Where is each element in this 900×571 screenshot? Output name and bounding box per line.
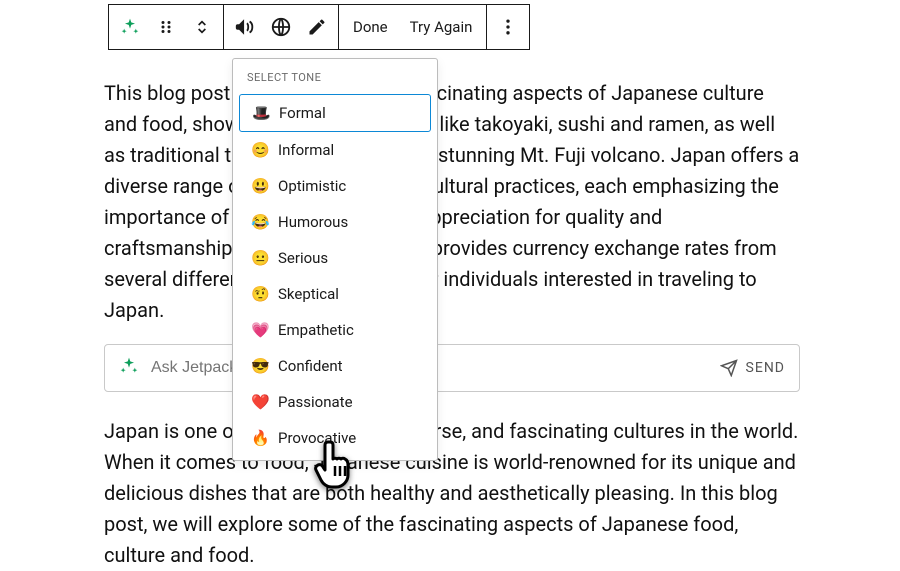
tone-label: Confident — [278, 357, 343, 375]
tone-label: Passionate — [278, 393, 353, 411]
move-up-down-icon[interactable] — [191, 16, 213, 38]
tone-option-humorous[interactable]: 😂 Humorous — [239, 204, 431, 240]
tone-option-serious[interactable]: 😐 Serious — [239, 240, 431, 276]
more-menu-icon[interactable] — [497, 16, 519, 38]
send-label: SEND — [746, 360, 785, 376]
neutral-icon: 😐 — [251, 249, 269, 267]
tone-option-provocative[interactable]: 🔥 Provocative — [239, 420, 431, 456]
tone-option-informal[interactable]: 😊 Informal — [239, 132, 431, 168]
laugh-icon: 😂 — [251, 213, 269, 231]
paragraph-1: This blog post focuses on various fascin… — [104, 78, 800, 326]
sparkle-icon — [119, 356, 139, 380]
tone-label: Optimistic — [278, 177, 346, 195]
tophat-icon: 🎩 — [252, 104, 270, 122]
toolbar-group-middle — [224, 5, 339, 49]
pink-heart-icon: 💗 — [251, 321, 269, 339]
send-button[interactable]: SEND — [720, 359, 785, 377]
red-heart-icon: ❤️ — [251, 393, 269, 411]
tone-option-confident[interactable]: 😎 Confident — [239, 348, 431, 384]
sparkle-icon[interactable] — [119, 16, 141, 38]
tone-option-optimistic[interactable]: 😃 Optimistic — [239, 168, 431, 204]
paragraph-2: Japan is one of the most unique, diverse… — [104, 416, 800, 571]
content-area: This blog post focuses on various fascin… — [104, 78, 800, 326]
ai-prompt-bar: SEND — [104, 344, 800, 392]
tone-label: Serious — [278, 249, 328, 267]
tone-label: Empathetic — [278, 321, 354, 339]
tone-label: Formal — [279, 104, 326, 122]
megaphone-icon[interactable] — [234, 16, 256, 38]
done-button[interactable]: Done — [349, 18, 392, 36]
toolbar-group-left — [109, 5, 224, 49]
tone-option-formal[interactable]: 🎩 Formal — [239, 94, 431, 132]
block-toolbar: Done Try Again — [108, 4, 530, 50]
tone-dropdown-header: SELECT TONE — [233, 59, 437, 94]
fire-icon: 🔥 — [251, 429, 269, 447]
try-again-button[interactable]: Try Again — [406, 18, 477, 36]
tone-option-skeptical[interactable]: 🤨 Skeptical — [239, 276, 431, 312]
tone-label: Provocative — [278, 429, 356, 447]
content-area-2: Japan is one of the most unique, diverse… — [104, 416, 800, 571]
tone-option-empathetic[interactable]: 💗 Empathetic — [239, 312, 431, 348]
drag-handle-icon[interactable] — [155, 16, 177, 38]
toolbar-group-actions: Done Try Again — [339, 5, 487, 49]
smile-icon: 😊 — [251, 141, 269, 159]
sunglasses-icon: 😎 — [251, 357, 269, 375]
globe-icon[interactable] — [270, 16, 292, 38]
grin-icon: 😃 — [251, 177, 269, 195]
tone-label: Informal — [278, 141, 334, 159]
raised-eyebrow-icon: 🤨 — [251, 285, 269, 303]
tone-option-passionate[interactable]: ❤️ Passionate — [239, 384, 431, 420]
tone-dropdown: SELECT TONE 🎩 Formal 😊 Informal 😃 Optimi… — [232, 58, 438, 461]
toolbar-group-more — [487, 5, 529, 49]
edit-icon[interactable] — [306, 16, 328, 38]
tone-label: Humorous — [278, 213, 348, 231]
tone-label: Skeptical — [278, 285, 339, 303]
